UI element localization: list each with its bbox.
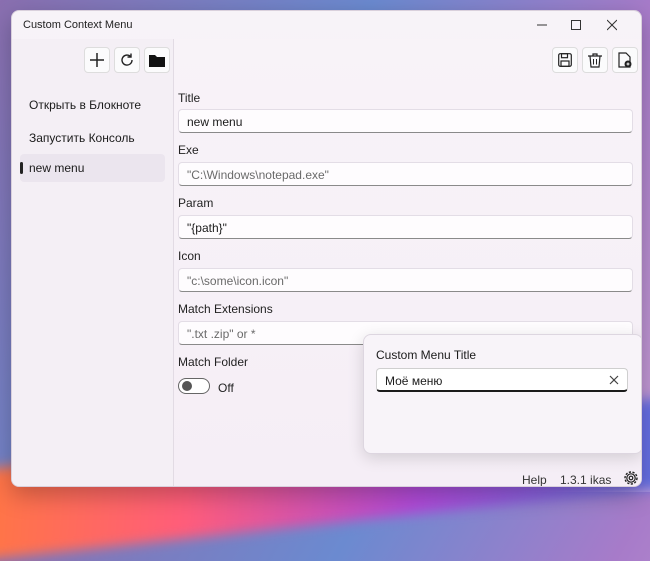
exe-field[interactable]: "C:\Windows\notepad.exe" (178, 162, 633, 186)
icon-field[interactable]: "c:\some\icon.icon" (178, 268, 633, 292)
version-text: 1.3.1 ikas (560, 473, 612, 487)
trash-icon (588, 52, 602, 68)
sidebar-item-label: Запустить Консоль (29, 131, 135, 145)
custom-menu-title-input[interactable]: Моё меню (376, 368, 628, 392)
custom-menu-title-popup: Custom Menu Title Моё меню (363, 334, 641, 454)
folder-icon (149, 55, 165, 67)
delete-button[interactable] (582, 47, 608, 73)
popup-input-value: Моё меню (385, 374, 443, 388)
export-button[interactable] (612, 47, 638, 73)
sidebar-item-new-menu[interactable]: new menu (20, 154, 165, 182)
settings-button[interactable] (622, 469, 640, 486)
minimize-button[interactable] (537, 15, 567, 35)
match-extensions-label: Match Extensions (178, 302, 273, 316)
title-label: Title (178, 91, 201, 105)
toggle-knob (182, 381, 192, 391)
refresh-button[interactable] (114, 47, 140, 73)
icon-label: Icon (178, 249, 201, 263)
title-bar: Custom Context Menu (12, 11, 641, 39)
plus-icon (90, 53, 104, 67)
selection-indicator (20, 162, 23, 174)
param-field[interactable]: "{path}" (178, 215, 633, 239)
minimize-icon (537, 24, 547, 26)
help-link[interactable]: Help (522, 473, 547, 486)
sidebar-item-notepad[interactable]: Открыть в Блокноте (20, 91, 165, 119)
match-folder-label: Match Folder (178, 355, 249, 369)
match-folder-toggle[interactable] (178, 378, 210, 394)
sidebar-item-console[interactable]: Запустить Консоль (20, 124, 165, 152)
param-label: Param (178, 196, 214, 210)
export-file-icon (618, 52, 632, 68)
open-folder-button[interactable] (144, 47, 170, 73)
popup-title: Custom Menu Title (376, 348, 477, 362)
exe-label: Exe (178, 143, 199, 157)
sidebar: Открыть в Блокноте Запустить Консоль new… (12, 39, 174, 486)
clear-button[interactable] (609, 375, 619, 385)
close-icon (609, 375, 619, 385)
save-icon (558, 53, 572, 67)
icon-placeholder: "c:\some\icon.icon" (187, 274, 289, 288)
close-icon (607, 19, 617, 31)
title-field[interactable]: new menu (178, 109, 633, 133)
title-value: new menu (187, 115, 243, 129)
refresh-icon (121, 53, 133, 66)
add-menu-button[interactable] (84, 47, 110, 73)
save-button[interactable] (552, 47, 578, 73)
window-title: Custom Context Menu (23, 19, 133, 31)
match-folder-state: Off (218, 381, 234, 395)
sidebar-item-label: Открыть в Блокноте (29, 98, 142, 112)
gear-icon (624, 471, 638, 485)
exe-placeholder: "C:\Windows\notepad.exe" (187, 168, 329, 182)
sidebar-item-label: new menu (29, 161, 85, 175)
param-value: "{path}" (187, 221, 227, 235)
maximize-icon (571, 20, 581, 30)
app-window: Custom Context Menu Открыть в Блокноте З… (11, 10, 642, 487)
close-window-button[interactable] (607, 15, 637, 35)
match-extensions-placeholder: ".txt .zip" or * (187, 327, 256, 341)
maximize-button[interactable] (571, 15, 601, 35)
